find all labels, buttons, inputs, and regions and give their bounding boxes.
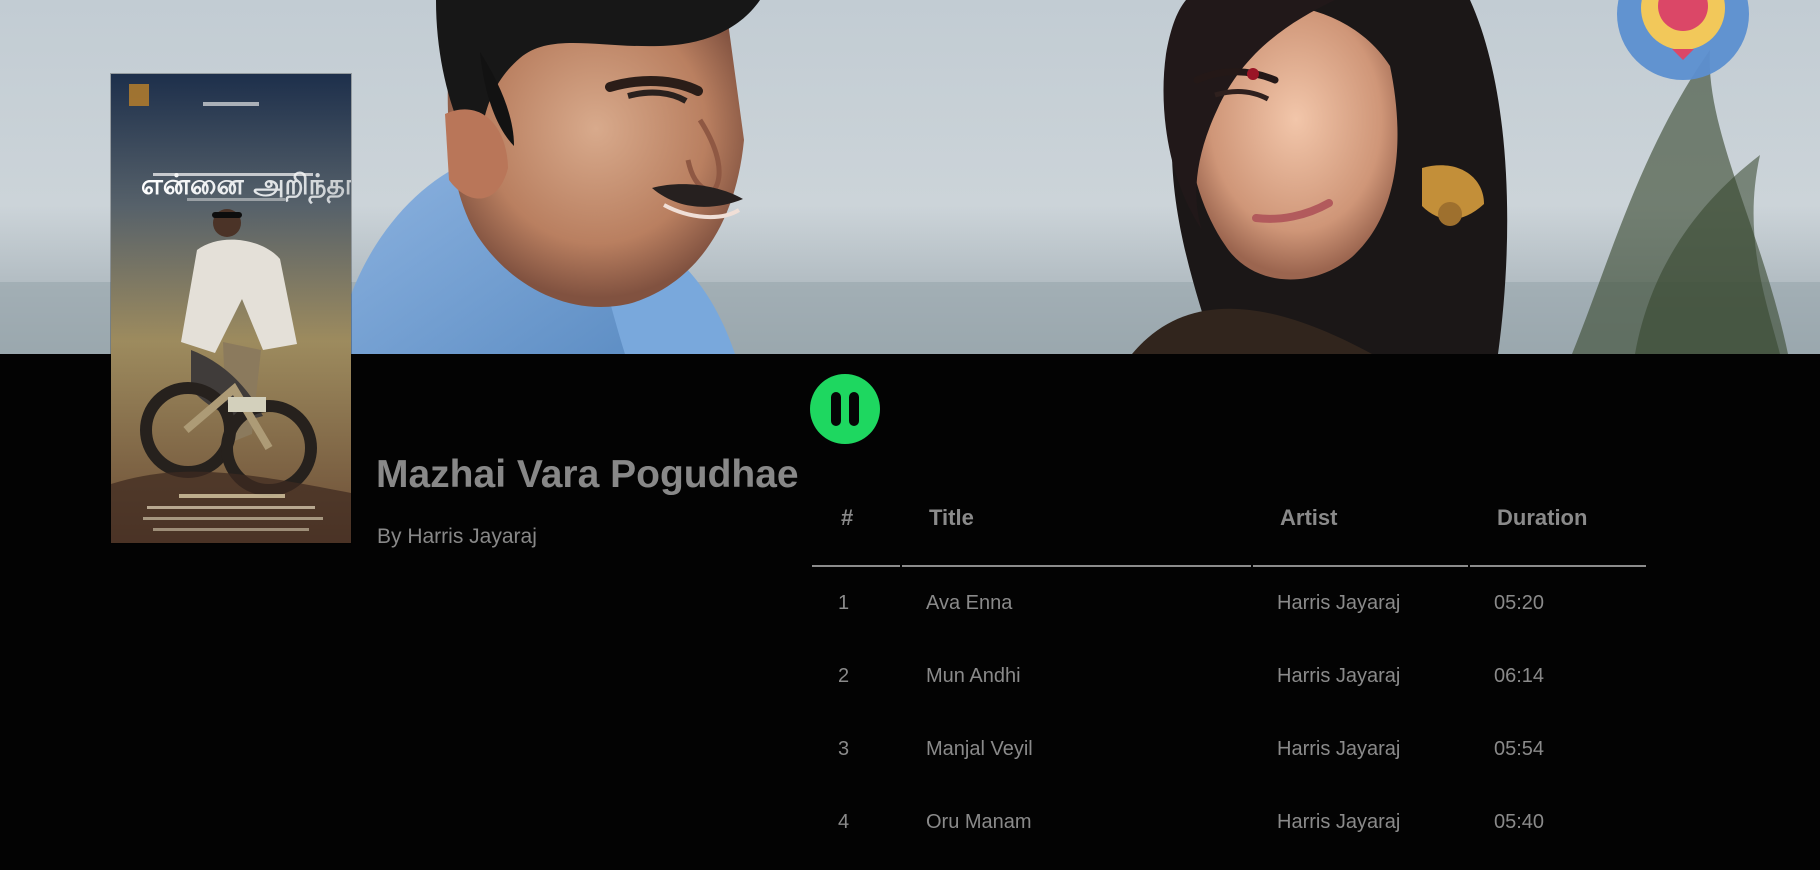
column-header-title: Title: [902, 470, 1251, 567]
track-artist: Harris Jayaraj: [1277, 592, 1401, 614]
album-cover-art: என்னை அறிந்தால்...: [111, 74, 351, 543]
track-list-header-row: # Title Artist Duration: [812, 470, 1646, 567]
column-header-artist: Artist: [1253, 470, 1468, 567]
track-row[interactable]: 4 Oru Manam Harris Jayaraj 05:40: [812, 786, 1646, 859]
pause-icon: [831, 392, 859, 426]
track-artist: Harris Jayaraj: [1277, 811, 1401, 833]
track-list-body: 1 Ava Enna Harris Jayaraj 05:20 2 Mun An…: [812, 567, 1646, 859]
track-list-table: # Title Artist Duration 1 Ava Enna Harri…: [810, 470, 1648, 859]
pause-icon-right-bar: [849, 392, 859, 426]
music-album-page: என்னை அறிந்தால்... Mazhai Vara Pogudhae …: [0, 0, 1820, 870]
track-duration: 05:40: [1494, 811, 1545, 833]
album-title: Mazhai Vara Pogudhae: [376, 453, 799, 496]
album-artist: By Harris Jayaraj: [377, 525, 537, 548]
track-title: Oru Manam: [926, 811, 1032, 833]
track-duration: 05:54: [1494, 738, 1545, 760]
track-row[interactable]: 1 Ava Enna Harris Jayaraj 05:20: [812, 567, 1646, 640]
track-number: 2: [838, 665, 850, 687]
track-duration: 05:20: [1494, 592, 1545, 614]
album-poster-illustration: என்னை அறிந்தால்...: [111, 74, 351, 543]
track-row[interactable]: 3 Manjal Veyil Harris Jayaraj 05:54: [812, 713, 1646, 786]
column-header-number: #: [812, 470, 900, 567]
track-number: 4: [838, 811, 850, 833]
track-row[interactable]: 2 Mun Andhi Harris Jayaraj 06:14: [812, 640, 1646, 713]
track-artist: Harris Jayaraj: [1277, 665, 1401, 687]
track-title: Manjal Veyil: [926, 738, 1033, 760]
track-title: Ava Enna: [926, 592, 1013, 614]
track-list-header: # Title Artist Duration: [812, 470, 1646, 567]
track-number: 3: [838, 738, 850, 760]
pause-icon-left-bar: [831, 392, 841, 426]
track-number: 1: [838, 592, 850, 614]
track-duration: 06:14: [1494, 665, 1545, 687]
column-header-duration: Duration: [1470, 470, 1646, 567]
pause-button[interactable]: [810, 374, 880, 444]
track-title: Mun Andhi: [926, 665, 1021, 687]
track-artist: Harris Jayaraj: [1277, 738, 1401, 760]
